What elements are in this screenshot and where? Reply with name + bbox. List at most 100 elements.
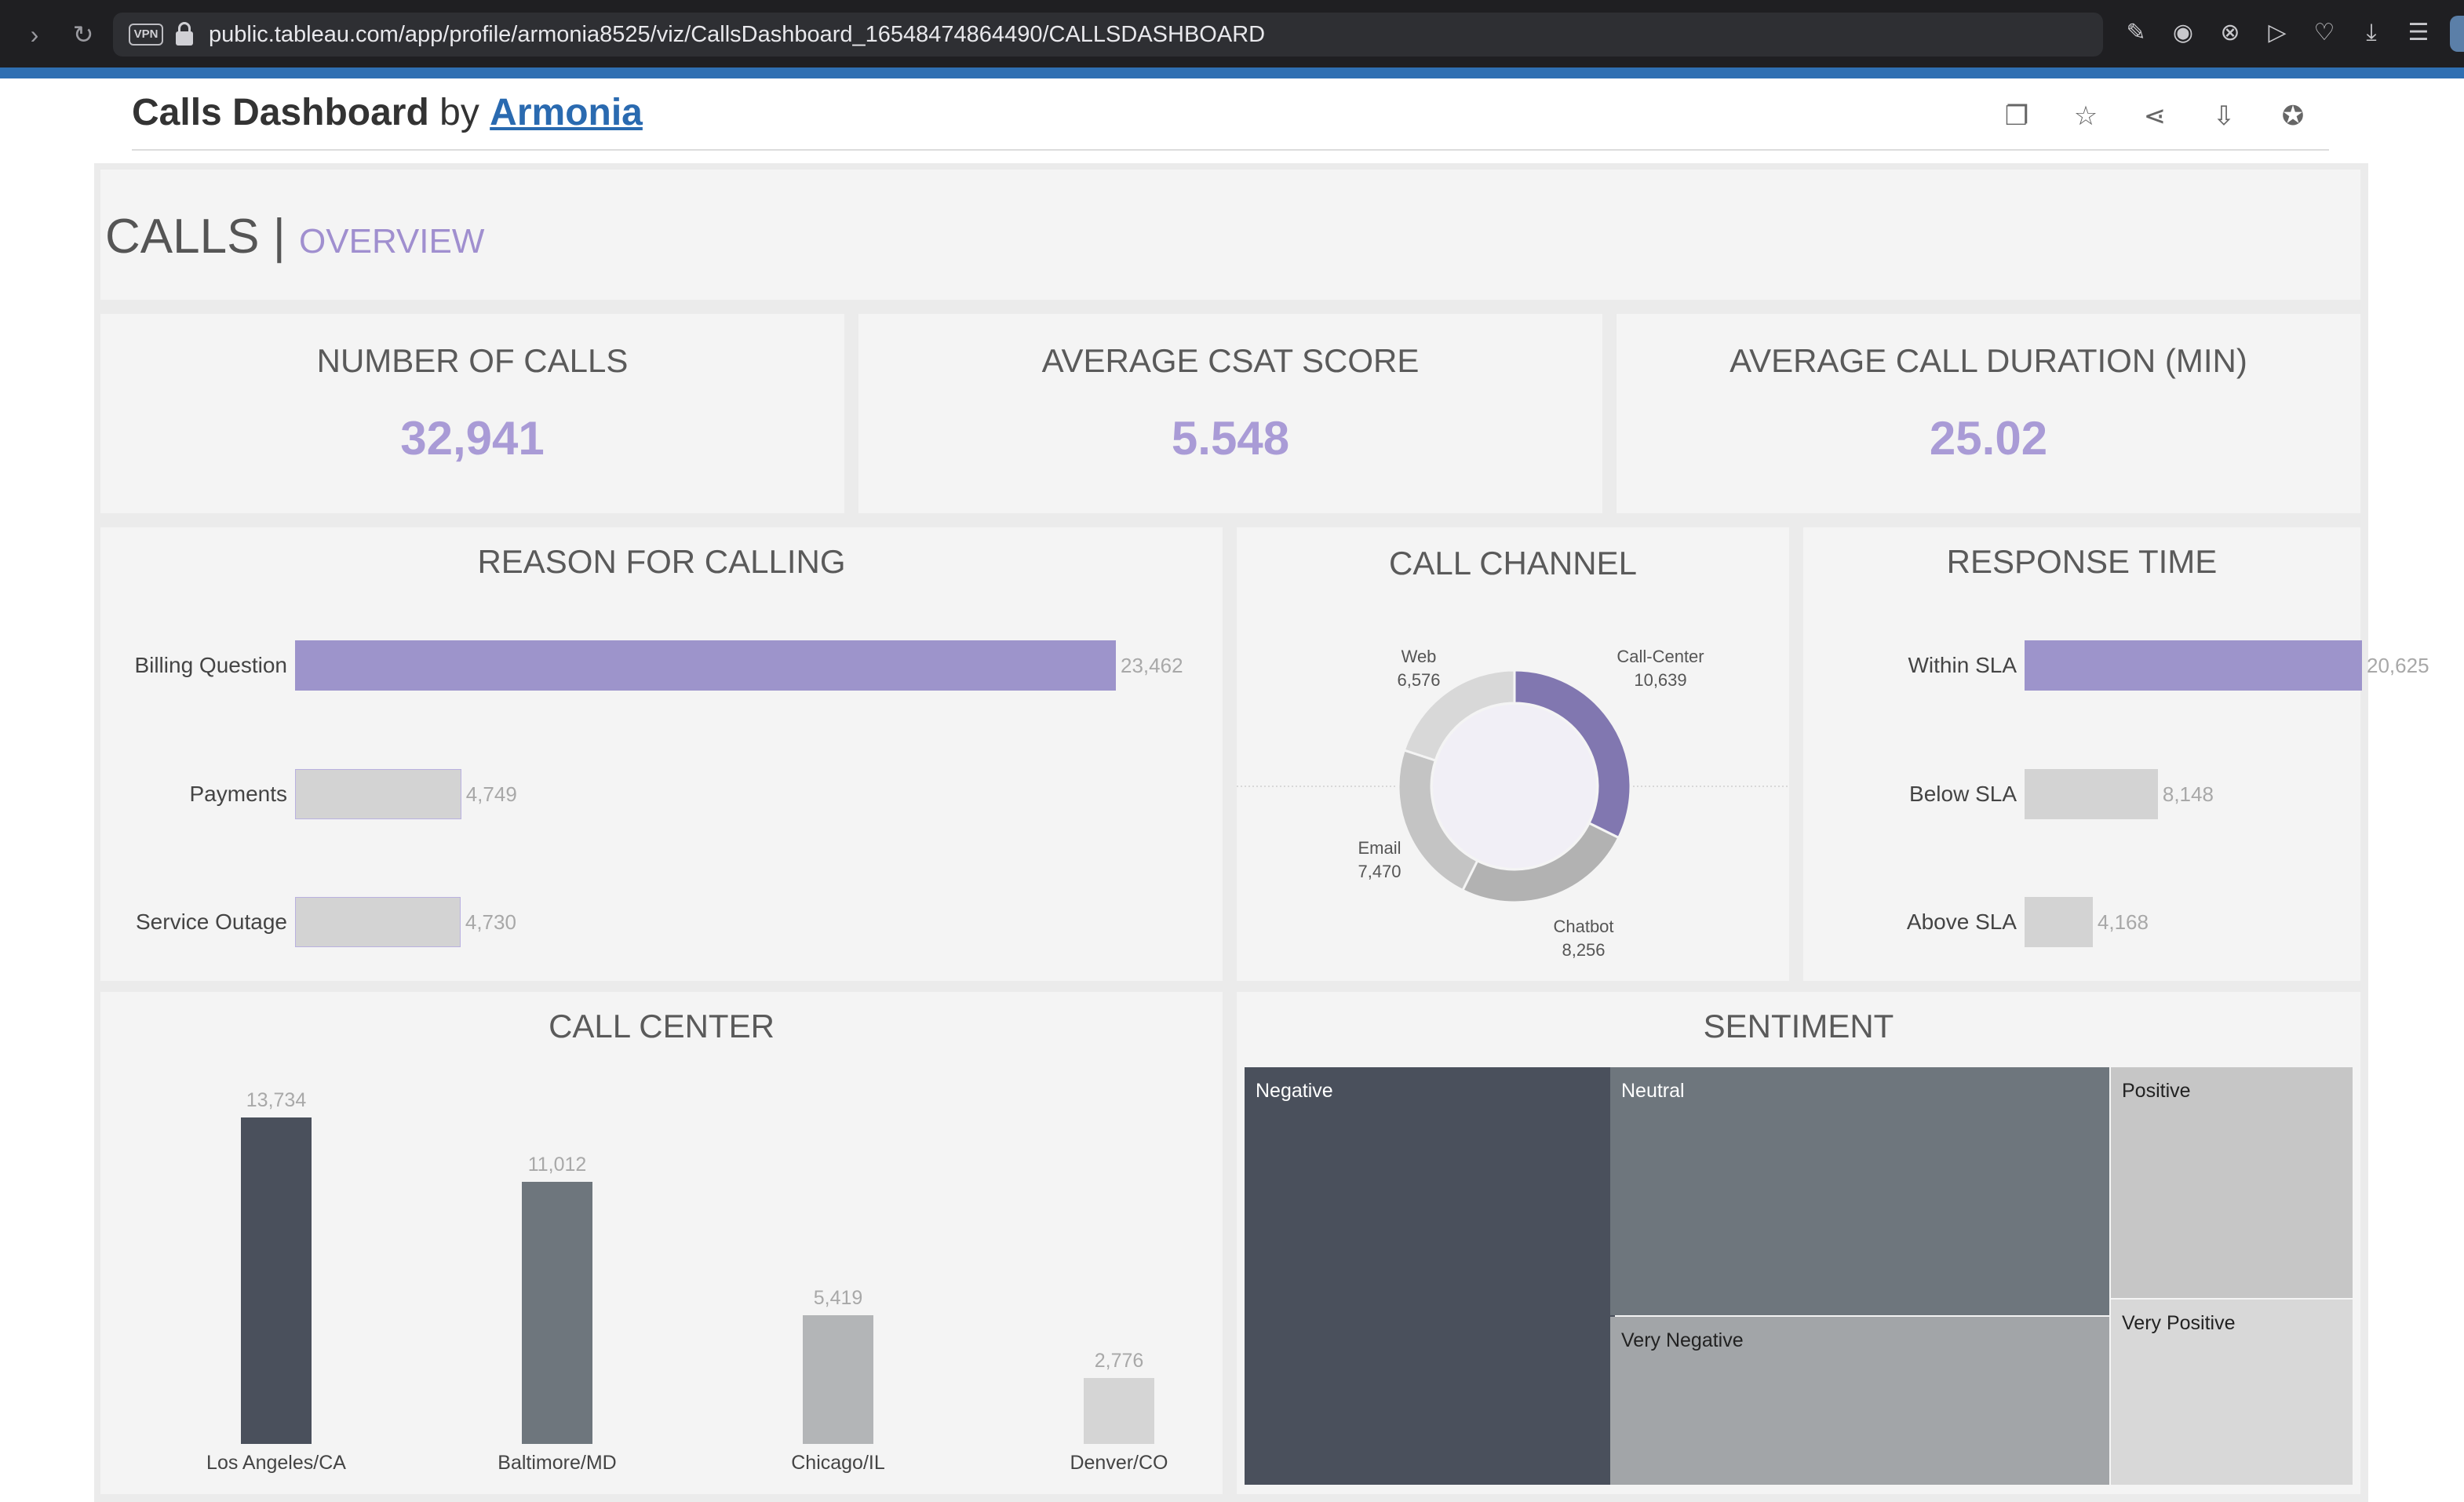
kpi-title: AVERAGE CALL DURATION (MIN) — [1730, 342, 2247, 379]
address-bar[interactable]: VPN public.tableau.com/app/profile/armon… — [113, 13, 2103, 57]
response-time-chart[interactable]: RESPONSE TIME Within SLA 20,625 Below SLA 8… — [1803, 527, 2429, 981]
vpn-badge[interactable]: VPN — [129, 24, 163, 46]
bar-value-label: 4,168 — [2097, 910, 2149, 934]
treemap-cell-label: Negative — [1256, 1080, 1333, 1102]
kpi-card-calls[interactable]: NUMBER OF CALLS 32,941 — [100, 314, 844, 513]
bar[interactable] — [2025, 640, 2362, 691]
bar[interactable] — [1084, 1377, 1154, 1444]
slice-category: Call-Center — [1617, 647, 1704, 666]
treemap-cell[interactable]: Very Negative — [1610, 1317, 2109, 1485]
treemap-cell-label: Very Negative — [1621, 1329, 1744, 1351]
dashboard-title-separator: | — [272, 210, 286, 264]
copy-icon[interactable]: ❐ — [1999, 99, 2034, 133]
bar-value-label: 4,730 — [465, 910, 516, 934]
bar-category-label: Billing Question — [134, 653, 287, 677]
bar-category-label: Payments — [189, 782, 288, 806]
bar[interactable] — [522, 1182, 592, 1444]
slice-category: Chatbot — [1553, 917, 1614, 936]
treemap-cell[interactable]: Very Positive — [2111, 1300, 2353, 1485]
star-icon[interactable]: ☆ — [2069, 99, 2103, 133]
url-text[interactable]: public.tableau.com/app/profile/armonia85… — [209, 22, 1265, 48]
bar-value-label: 2,776 — [1094, 1349, 1144, 1372]
bar-value-label: 23,462 — [1121, 654, 1183, 677]
dashboard-subtitle: OVERVIEW — [299, 222, 485, 261]
shield-icon[interactable]: ⊗ — [2214, 17, 2246, 49]
treemap-cell[interactable]: Positive — [2111, 1067, 2353, 1298]
author-link[interactable]: Armonia — [490, 92, 643, 133]
lock-icon[interactable] — [176, 22, 193, 46]
bar[interactable] — [2025, 897, 2093, 947]
bar-value-label: 11,012 — [527, 1154, 587, 1176]
reload-icon[interactable]: ↻ — [64, 16, 102, 53]
dashboard: CALLS | OVERVIEW NUMBER OF CALLS 32,941 … — [94, 163, 2429, 1502]
bar-category-label: Baltimore/MD — [498, 1452, 617, 1474]
bar[interactable] — [295, 769, 461, 819]
slice-label: Call-Center 10,639 — [1613, 645, 1708, 692]
header-divider — [132, 149, 2329, 151]
bar-category-label: Denver/CO — [1070, 1452, 1168, 1474]
call-channel-chart[interactable]: CALL CHANNEL Call-Center 10,639 Chatbot 8,2… — [1237, 527, 1789, 981]
download-icon[interactable]: ⤓ — [2356, 17, 2387, 49]
kpi-card-duration[interactable]: AVERAGE CALL DURATION (MIN) 25.02 — [1617, 314, 2360, 513]
bar[interactable] — [295, 897, 461, 947]
slice-value: 6,576 — [1397, 670, 1441, 690]
bar[interactable] — [803, 1314, 873, 1444]
profile-avatar[interactable] — [2450, 16, 2464, 52]
slice-value: 10,639 — [1634, 670, 1687, 690]
bar-value-label: 13,734 — [246, 1089, 307, 1111]
bar[interactable] — [295, 640, 1116, 691]
treemap-cell[interactable]: Neutral — [1610, 1067, 2109, 1315]
bar-value-label: 8,148 — [2162, 782, 2214, 806]
slice-value: 7,470 — [1358, 862, 1401, 881]
title-panel: CALLS | OVERVIEW — [100, 170, 2360, 300]
bar-category-label: Chicago/IL — [791, 1452, 885, 1474]
bar-category-label: Service Outage — [136, 910, 287, 934]
heart-icon[interactable]: ♡ — [2309, 17, 2340, 49]
donut-hole — [1433, 705, 1596, 868]
donut-svg — [1237, 669, 1789, 904]
page-top-strip — [0, 67, 2464, 78]
slice-label: Chatbot 8,256 — [1536, 915, 1631, 962]
download-viz-icon[interactable]: ⇩ — [2207, 99, 2241, 133]
slice-value: 8,256 — [1562, 940, 1606, 960]
slice-label: Email 7,470 — [1332, 837, 1427, 884]
treemap-cell-label: Positive — [2122, 1080, 2191, 1102]
bar[interactable] — [241, 1117, 312, 1444]
bar-category-label: Above SLA — [1906, 910, 2017, 934]
call-center-chart[interactable]: CALL CENTER 13,734 Los Angeles/CA 11,012 Ba… — [100, 992, 1223, 1494]
bar-value-label: 20,625 — [2367, 654, 2429, 677]
play-icon[interactable]: ▷ — [2262, 17, 2293, 49]
treemap-cell-label: Very Positive — [2122, 1312, 2236, 1334]
treemap-cell[interactable]: Negative — [1245, 1067, 1615, 1485]
kpi-value: 5.548 — [1171, 412, 1290, 465]
bar-category-label: Los Angeles/CA — [206, 1452, 346, 1474]
camera-icon[interactable]: ◉ — [2167, 17, 2199, 49]
chart-title: REASON FOR CALLING — [477, 543, 846, 580]
bar-category-label: Within SLA — [1908, 653, 2017, 677]
sentiment-chart[interactable]: SENTIMENT Negative Neutral Very Negative Po… — [1237, 992, 2360, 1494]
menu-icon[interactable]: ☰ — [2403, 17, 2434, 49]
reason-for-calling-chart[interactable]: REASON FOR CALLING Billing Question 23,46… — [100, 527, 1223, 981]
edit-icon[interactable]: ✎ — [2120, 17, 2152, 49]
kpi-card-csat[interactable]: AVERAGE CSAT SCORE 5.548 — [858, 314, 1602, 513]
kpi-title: AVERAGE CSAT SCORE — [1041, 342, 1420, 379]
bar[interactable] — [2025, 769, 2158, 819]
kpi-value: 25.02 — [1929, 412, 2048, 465]
dashboard-title-main: CALLS — [105, 210, 260, 264]
slice-category: Web — [1401, 647, 1437, 666]
chart-title: RESPONSE TIME — [1946, 543, 2218, 580]
browser-toolbar: › ↻ VPN public.tableau.com/app/profile/a… — [0, 0, 2464, 67]
chart-title: SENTIMENT — [1703, 1008, 1894, 1044]
bar-value-label: 5,419 — [813, 1286, 863, 1309]
viz-title: Calls Dashboard by Armonia — [132, 91, 643, 134]
slice-category: Email — [1358, 838, 1401, 858]
kpi-value: 32,941 — [400, 412, 545, 465]
viz-by: by — [439, 92, 479, 133]
treemap-cell-label: Neutral — [1621, 1080, 1685, 1102]
award-icon[interactable]: ✪ — [2276, 99, 2310, 133]
bar-value-label: 4,749 — [465, 782, 517, 806]
bar-category-label: Below SLA — [1909, 782, 2017, 806]
slice-label: Web 6,576 — [1372, 645, 1466, 692]
share-icon[interactable]: ⋖ — [2138, 99, 2172, 133]
forward-icon[interactable]: › — [16, 16, 53, 53]
